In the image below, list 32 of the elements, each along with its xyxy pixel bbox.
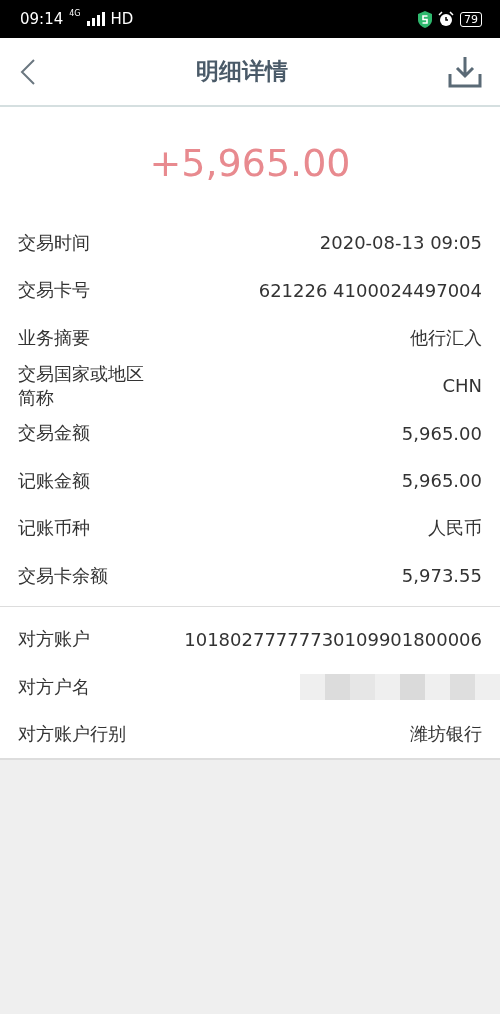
amount: +5,965.00 <box>149 141 351 185</box>
field-value: 5,965.00 <box>401 422 482 444</box>
field-value: 621226 4100024497004 <box>258 279 482 301</box>
field-label: 对方账户 <box>18 627 91 652</box>
field-label: 交易卡号 <box>18 278 91 303</box>
field-label: 对方账户行别 <box>18 722 127 747</box>
hd-indicator: HD <box>110 10 134 28</box>
page-title: 明细详情 <box>196 57 288 86</box>
field-label: 交易金额 <box>18 421 91 446</box>
network-type: 4G <box>69 9 81 18</box>
field-label: 交易时间 <box>18 230 91 255</box>
signal-icon <box>86 12 105 26</box>
clock-time: 09:14 <box>20 10 64 28</box>
field-label: 对方户名 <box>18 674 91 699</box>
shield-icon <box>418 10 432 28</box>
field-label: 交易国家或地区简称 <box>18 361 145 410</box>
field-value: CHN <box>442 375 482 396</box>
field-value: 5,965.00 <box>401 470 482 492</box>
field-value: 5,973.55 <box>401 565 482 587</box>
field-label: 记账币种 <box>18 516 91 541</box>
field-value: 潍坊银行 <box>410 722 482 747</box>
battery-level: 79 <box>460 11 482 27</box>
field-value: 人民币 <box>428 516 482 541</box>
download-icon <box>448 55 482 88</box>
field-value: 10180277777730109901800006 <box>184 628 482 650</box>
field-label: 记账金额 <box>18 468 91 493</box>
back-icon <box>20 57 36 86</box>
alarm-icon <box>438 11 454 27</box>
field-label: 交易卡余额 <box>18 563 109 588</box>
field-value: 他行汇入 <box>410 325 482 350</box>
field-value: 2020-08-13 09:05 <box>319 232 482 254</box>
field-label: 业务摘要 <box>18 325 91 350</box>
